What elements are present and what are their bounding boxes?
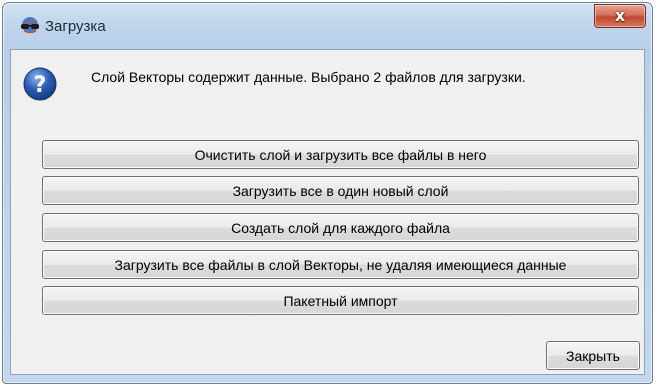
- svg-text:?: ?: [34, 73, 47, 98]
- load-into-existing-layer-button[interactable]: Загрузить все файлы в слой Векторы, не у…: [42, 250, 639, 279]
- close-button[interactable]: Закрыть: [546, 341, 640, 370]
- batch-import-button[interactable]: Пакетный импорт: [42, 286, 639, 315]
- dialog-content: ? Слой Векторы содержит данные. Выбрано …: [10, 49, 645, 375]
- question-icon: ?: [23, 67, 57, 101]
- title-bar[interactable]: Загрузка x: [3, 3, 652, 49]
- load-into-new-layer-button[interactable]: Загрузить все в один новый слой: [42, 176, 639, 205]
- window-title: Загрузка: [45, 18, 106, 35]
- create-layer-per-file-button[interactable]: Создать слой для каждого файла: [42, 213, 639, 242]
- close-icon: x: [614, 6, 626, 25]
- close-window-button[interactable]: x: [594, 4, 646, 28]
- clear-layer-and-load-button[interactable]: Очистить слой и загрузить все файлы в не…: [42, 140, 639, 169]
- dialog-message: Слой Векторы содержит данные. Выбрано 2 …: [91, 69, 526, 85]
- dialog-window: Загрузка x ? Слой Векторы содержит данны…: [2, 2, 653, 384]
- globe-glasses-icon: [21, 17, 39, 34]
